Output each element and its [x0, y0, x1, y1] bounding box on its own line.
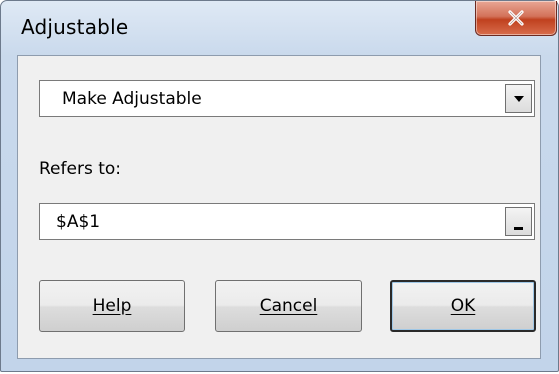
dialog-window: Adjustable Make Adjustable Refers to: $A… [0, 0, 559, 372]
help-button[interactable]: Help [39, 280, 185, 332]
close-icon [508, 10, 524, 26]
cancel-button[interactable]: Cancel [215, 280, 362, 332]
collapse-dialog-button[interactable] [505, 207, 532, 236]
cancel-button-label: Cancel [259, 296, 318, 316]
collapse-icon [514, 227, 523, 230]
dialog-body: Make Adjustable Refers to: $A$1 Help Can… [17, 55, 541, 359]
chevron-down-icon [513, 95, 524, 102]
refers-to-label: Refers to: [39, 159, 121, 179]
mode-dropdown-value: Make Adjustable [62, 89, 202, 109]
refers-to-value: $A$1 [56, 212, 101, 232]
title-bar[interactable]: Adjustable [1, 1, 558, 55]
dropdown-arrow-button[interactable] [505, 84, 532, 113]
ok-button[interactable]: OK [390, 280, 536, 332]
close-button[interactable] [475, 1, 557, 36]
refers-to-input[interactable]: $A$1 [39, 203, 535, 240]
window-title: Adjustable [21, 15, 129, 39]
ok-button-label: OK [450, 296, 476, 316]
help-button-label: Help [92, 296, 132, 316]
mode-dropdown[interactable]: Make Adjustable [39, 80, 535, 117]
